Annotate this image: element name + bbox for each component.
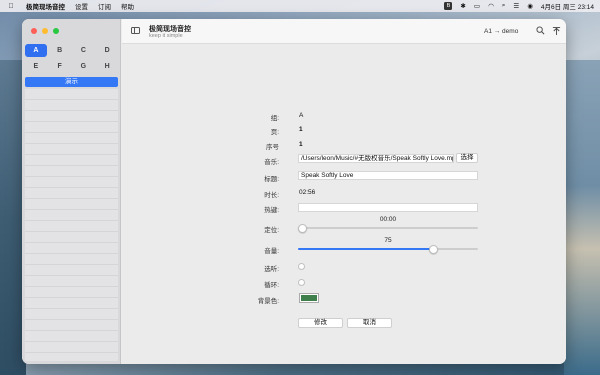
battery-icon[interactable]: ▭ bbox=[474, 2, 480, 10]
spotlight-icon[interactable]: ⌕ bbox=[502, 2, 506, 10]
duration-value: 02:56 bbox=[299, 189, 316, 196]
sidebar-toggle-icon[interactable] bbox=[131, 27, 140, 34]
volume-number: 75 bbox=[384, 237, 392, 244]
search-icon[interactable] bbox=[536, 26, 545, 35]
bgcolor-label: 背景色: bbox=[257, 298, 279, 305]
maximize-window-button[interactable] bbox=[53, 28, 59, 34]
music-path-field[interactable]: /Users/leon/Music/#无版权音乐/Speak Softly Lo… bbox=[298, 154, 454, 163]
window-subtitle: keep it simple bbox=[149, 32, 183, 39]
app-window: A B C D E F G H I J 演示 极简现场音控 keep it si… bbox=[22, 19, 566, 364]
title-label: 标题: bbox=[264, 176, 279, 183]
position-slider-thumb[interactable] bbox=[297, 223, 307, 233]
choose-file-button[interactable]: 选择 bbox=[456, 153, 478, 163]
position-label: 定位: bbox=[264, 227, 279, 234]
menubar-clock[interactable]: 4月6日 周三 23:14 bbox=[541, 1, 594, 11]
status-b-icon[interactable]: B bbox=[444, 2, 453, 10]
toolbar: 极简现场音控 keep it simple A1 → demo bbox=[122, 19, 566, 44]
volume-slider-fill bbox=[298, 248, 433, 250]
sidebar: A B C D E F G H I J 演示 bbox=[22, 19, 121, 364]
pin-on-top-icon[interactable] bbox=[552, 26, 561, 36]
duration-label: 时长: bbox=[264, 192, 279, 199]
group-button-g[interactable]: G bbox=[73, 60, 95, 73]
position-time: 00:00 bbox=[379, 216, 397, 223]
bgcolor-well[interactable] bbox=[299, 293, 319, 303]
hotkey-label: 热键: bbox=[264, 207, 279, 214]
group-button-a[interactable]: A bbox=[25, 44, 47, 57]
bgcolor-swatch bbox=[301, 295, 317, 301]
edit-form: 组: A 页: 1 序号 1 音乐: /Users/leon/Music/#无版… bbox=[122, 44, 566, 364]
cancel-button[interactable]: 取消 bbox=[347, 318, 392, 328]
current-scene-label: A1 → demo bbox=[484, 28, 519, 35]
control-center-icon[interactable]: ☰ bbox=[513, 2, 519, 10]
siri-icon[interactable]: ◉ bbox=[527, 2, 533, 10]
volume-slider-thumb[interactable] bbox=[428, 244, 438, 254]
volume-label: 音量: bbox=[264, 248, 279, 255]
close-window-button[interactable] bbox=[31, 28, 37, 34]
position-slider[interactable] bbox=[297, 223, 478, 233]
index-label: 序号 bbox=[266, 144, 279, 151]
page-label: 页: bbox=[270, 129, 279, 136]
window-controls bbox=[31, 28, 59, 34]
loop-label: 循环: bbox=[264, 282, 279, 289]
sidebar-empty-list[interactable] bbox=[25, 89, 118, 361]
loop-checkbox[interactable] bbox=[298, 279, 305, 286]
group-button-c[interactable]: C bbox=[73, 44, 95, 57]
group-button-b[interactable]: B bbox=[49, 44, 71, 57]
group-button-e[interactable]: E bbox=[25, 60, 47, 73]
menu-app-name[interactable]: 极简现场音控 bbox=[26, 1, 65, 11]
minimize-window-button[interactable] bbox=[42, 28, 48, 34]
preview-checkbox[interactable] bbox=[298, 263, 305, 270]
title-field[interactable]: Speak Softly Love bbox=[298, 171, 478, 180]
sidebar-item-demo[interactable]: 演示 bbox=[25, 77, 118, 87]
menu-item-settings[interactable]: 设置 bbox=[75, 1, 88, 11]
index-value: 1 bbox=[299, 141, 303, 148]
menu-item-help[interactable]: 帮助 bbox=[121, 1, 134, 11]
apple-menu-icon[interactable]:  bbox=[6, 3, 16, 10]
preview-label: 选听: bbox=[264, 266, 279, 273]
hotkey-field[interactable] bbox=[298, 203, 478, 212]
desktop-wallpaper-right bbox=[564, 60, 600, 375]
music-label: 音乐: bbox=[264, 159, 279, 166]
group-button-h[interactable]: H bbox=[96, 60, 118, 73]
menu-bar:  极简现场音控 设置 订阅 帮助 B ✱ ▭ ◠ ⌕ ☰ ◉ 4月6日 周三 … bbox=[0, 0, 600, 12]
group-button-d[interactable]: D bbox=[96, 44, 118, 57]
volume-slider[interactable] bbox=[298, 244, 478, 254]
group-value: A bbox=[299, 112, 304, 119]
bluetooth-icon[interactable]: ✱ bbox=[460, 2, 465, 10]
page-value: 1 bbox=[299, 126, 303, 133]
group-button-f[interactable]: F bbox=[49, 60, 71, 73]
wifi-icon[interactable]: ◠ bbox=[488, 2, 494, 10]
modify-button[interactable]: 修改 bbox=[298, 318, 343, 328]
menu-item-subscribe[interactable]: 订阅 bbox=[98, 1, 111, 11]
group-label: 组: bbox=[270, 115, 279, 122]
